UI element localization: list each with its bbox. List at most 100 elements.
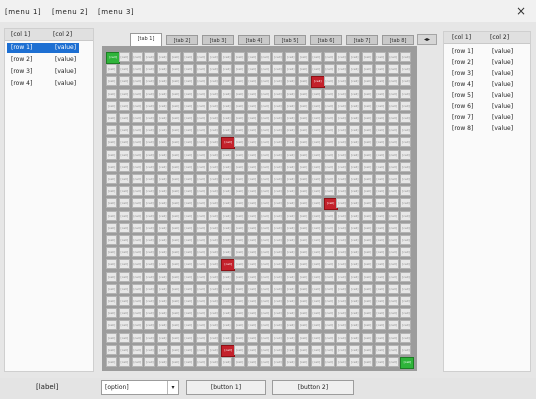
grid-cell[interactable]: [cell] <box>362 161 373 172</box>
grid-cell[interactable]: [cell] <box>144 64 156 75</box>
grid-cell[interactable]: [cell] <box>170 296 181 306</box>
grid-cell[interactable]: [cell] <box>400 137 412 148</box>
grid-cell[interactable]: [cell] <box>400 198 412 209</box>
grid-cell[interactable]: [cell] <box>272 235 284 245</box>
grid-cell[interactable]: [cell] <box>374 88 386 99</box>
grid-cell[interactable]: [cell] <box>208 198 220 209</box>
grid-cell[interactable]: [cell] <box>272 210 284 221</box>
grid-cell[interactable]: [cell] <box>310 271 322 282</box>
grid-cell[interactable]: [cell] <box>208 113 220 123</box>
right-list-row[interactable]: [row 4] [value] <box>446 80 526 90</box>
grid-cell[interactable]: [cell] <box>144 344 156 355</box>
grid-cell[interactable]: [cell] <box>208 222 220 233</box>
grid-cell[interactable]: [cell] <box>362 125 373 136</box>
right-list-row[interactable]: [row 3] [value] <box>446 69 526 79</box>
grid-cell[interactable]: [cell] <box>387 247 399 258</box>
grid-cell[interactable]: [cell] <box>362 113 373 123</box>
grid-cell[interactable]: [cell] <box>157 88 169 99</box>
grid-cell[interactable]: [cell] <box>259 283 271 294</box>
grid-cell[interactable]: [cell] <box>310 210 322 221</box>
grid-cell[interactable]: [cell] <box>374 235 386 245</box>
grid-cell[interactable]: [cell] <box>118 235 130 245</box>
tab-4[interactable]: [tab 4] <box>238 35 270 45</box>
grid-cell[interactable]: [cell] <box>118 247 130 258</box>
grid-cell[interactable]: [cell] <box>182 64 194 75</box>
grid-cell[interactable]: [cell] <box>208 161 220 172</box>
grid-cell[interactable]: [cell] <box>400 161 412 172</box>
grid-cell[interactable]: [cell] <box>157 296 169 306</box>
grid-cell[interactable]: [cell] <box>118 76 130 87</box>
grid-cell[interactable]: [cell] <box>272 88 284 99</box>
grid-cell[interactable]: [cell] <box>298 100 309 111</box>
grid-cell[interactable]: [cell] <box>387 76 399 87</box>
grid-cell[interactable]: [cell] <box>182 283 194 294</box>
grid-cell[interactable]: [cell] <box>285 76 297 87</box>
grid-cell[interactable]: [cell] <box>362 198 373 209</box>
grid-cell[interactable]: [cell] <box>246 235 258 245</box>
grid-cell[interactable]: [cell] <box>144 296 156 306</box>
grid-cell[interactable]: [cell] <box>182 247 194 258</box>
grid-cell[interactable]: [cell] <box>374 198 386 209</box>
grid-cell[interactable]: [cell] <box>272 332 284 343</box>
grid-cell[interactable]: [cell] <box>298 186 309 197</box>
grid-cell[interactable]: [cell] <box>157 113 169 123</box>
grid-cell[interactable]: [cell] <box>118 64 130 75</box>
grid-cell[interactable]: [cell] <box>157 332 169 343</box>
grid-cell[interactable]: [cell] <box>323 161 335 172</box>
grid-cell[interactable]: [cell] <box>387 174 399 184</box>
grid-cell[interactable]: [cell] <box>195 186 207 197</box>
grid-cell[interactable]: [cell] <box>298 198 309 209</box>
grid-cell[interactable]: [cell] <box>131 344 143 355</box>
grid-cell[interactable]: [cell] <box>259 186 271 197</box>
grid-cell[interactable]: [cell] <box>272 137 284 148</box>
grid-cell[interactable]: [cell] <box>246 64 258 75</box>
grid-cell[interactable]: [cell] <box>387 357 399 367</box>
grid-cell[interactable]: [cell] <box>170 247 181 258</box>
grid-cell[interactable]: [cell] <box>310 125 322 136</box>
grid-cell[interactable]: [cell] <box>182 235 194 245</box>
grid-cell[interactable]: [cell] <box>349 259 361 270</box>
menu-item-3[interactable]: [menu 3] <box>98 8 134 16</box>
grid-cell[interactable]: [cell] <box>195 247 207 258</box>
grid-cell[interactable]: [cell] <box>170 125 181 136</box>
grid-cell[interactable]: [cell] <box>208 344 220 355</box>
mode-select[interactable]: [option] ▾ <box>101 380 179 395</box>
grid-cell[interactable]: [cell] <box>234 64 245 75</box>
grid-cell[interactable]: [cell] <box>208 125 220 136</box>
grid-cell[interactable]: [cell] <box>144 125 156 136</box>
grid-cell[interactable]: [cell] <box>374 113 386 123</box>
grid-cell[interactable]: [cell] <box>336 308 348 319</box>
tab-6[interactable]: [tab 6] <box>310 35 342 45</box>
grid-cell[interactable]: [cell] <box>208 259 220 270</box>
grid-cell[interactable]: [cell] <box>310 357 322 367</box>
grid-cell[interactable]: [cell] <box>208 283 220 294</box>
grid-cell[interactable]: [cell] <box>170 149 181 160</box>
grid-cell[interactable]: [cell] <box>387 125 399 136</box>
grid-cell[interactable]: [cell] <box>259 222 271 233</box>
grid-cell[interactable]: [cell] <box>323 64 335 75</box>
grid-cell[interactable]: [cell] <box>400 174 412 184</box>
grid-cell[interactable]: [cell] <box>374 76 386 87</box>
right-list-row[interactable]: [row 5] [value] <box>446 91 526 101</box>
grid-cell[interactable]: [cell] <box>221 88 233 99</box>
grid-cell[interactable]: [cell] <box>285 198 297 209</box>
grid-cell[interactable]: [cell] <box>259 52 271 62</box>
grid-cell[interactable]: [cell] <box>234 296 245 306</box>
grid-cell[interactable]: [cell] <box>234 259 245 270</box>
grid-cell[interactable]: [cell] <box>374 100 386 111</box>
grid-cell[interactable]: [cell] <box>208 296 220 306</box>
grid-cell[interactable]: [cell] <box>400 210 412 221</box>
grid-cell[interactable]: [cell] <box>349 88 361 99</box>
grid-cell[interactable]: [cell] <box>387 320 399 331</box>
grid-cell[interactable]: [cell] <box>298 283 309 294</box>
grid-cell[interactable]: [cell] <box>387 210 399 221</box>
grid-cell[interactable]: [cell] <box>208 271 220 282</box>
grid-cell[interactable]: [cell] <box>400 344 412 355</box>
grid-cell[interactable]: [cell] <box>195 308 207 319</box>
grid-cell[interactable]: [cell] <box>246 222 258 233</box>
grid-cell[interactable]: [cell] <box>246 137 258 148</box>
grid-cell[interactable]: [cell] <box>234 161 245 172</box>
grid-cell[interactable]: [cell] <box>298 76 309 87</box>
grid-cell[interactable]: [cell] <box>170 161 181 172</box>
grid-cell[interactable]: [cell] <box>234 210 245 221</box>
